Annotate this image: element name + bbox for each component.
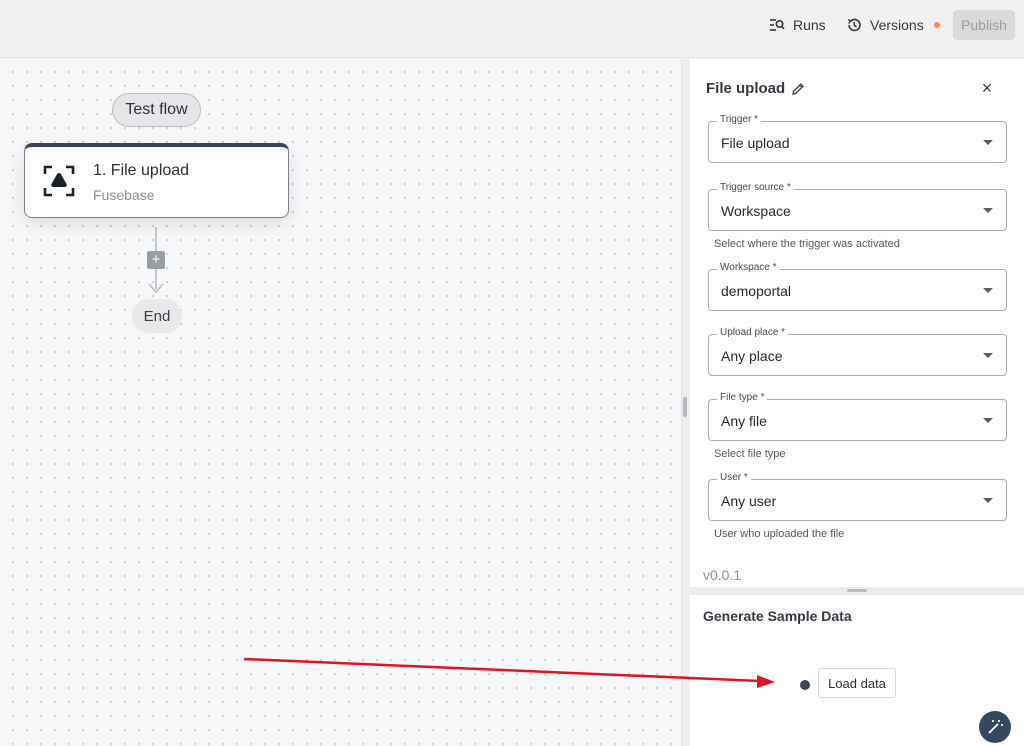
user-select[interactable]: User * Any user bbox=[708, 472, 1007, 521]
end-node: End bbox=[132, 299, 182, 333]
user-value: Any user bbox=[721, 493, 777, 509]
file-type-label: File type * bbox=[717, 392, 768, 403]
user-helper: User who uploaded the file bbox=[714, 528, 845, 540]
panel-title: File upload bbox=[706, 80, 805, 97]
caret-down-icon bbox=[983, 498, 993, 503]
trigger-source-select[interactable]: Trigger source * Workspace bbox=[708, 182, 1007, 231]
test-flow-button[interactable]: Test flow bbox=[112, 93, 201, 127]
add-step-button[interactable]: + bbox=[147, 251, 165, 269]
version-label: v0.0.1 bbox=[703, 567, 742, 583]
versions-button[interactable]: Versions bbox=[846, 14, 940, 36]
runs-label: Runs bbox=[793, 17, 826, 33]
flow-canvas[interactable]: Test flow 1. File upload Fusebase + End bbox=[0, 59, 681, 746]
magic-wand-button[interactable] bbox=[979, 711, 1011, 743]
user-label: User * bbox=[717, 472, 751, 483]
status-dot bbox=[800, 680, 810, 690]
step-settings-panel: File upload × Trigger * File upload Trig… bbox=[690, 59, 1024, 587]
close-icon[interactable]: × bbox=[979, 79, 995, 97]
trigger-source-label: Trigger source * bbox=[717, 182, 794, 193]
step-subtitle: Fusebase bbox=[93, 187, 155, 203]
top-bar: Runs Versions Publish bbox=[0, 0, 1024, 58]
sample-data-panel: Generate Sample Data Load data bbox=[690, 595, 1024, 746]
pencil-icon[interactable] bbox=[791, 82, 805, 96]
file-type-helper: Select file type bbox=[714, 448, 786, 460]
caret-down-icon bbox=[983, 353, 993, 358]
load-data-button[interactable]: Load data bbox=[818, 668, 896, 698]
versions-label: Versions bbox=[870, 17, 924, 33]
upload-place-value: Any place bbox=[721, 348, 783, 364]
search-list-icon bbox=[770, 19, 785, 31]
magic-wand-icon bbox=[988, 720, 1003, 734]
connector-arrow-icon bbox=[148, 283, 164, 293]
step-title: 1. File upload bbox=[93, 162, 190, 179]
file-type-select[interactable]: File type * Any file bbox=[708, 392, 1007, 441]
caret-down-icon bbox=[983, 288, 993, 293]
resize-handle[interactable] bbox=[847, 589, 867, 592]
versions-indicator-dot bbox=[933, 22, 940, 28]
fusebase-logo-icon bbox=[43, 165, 75, 197]
caret-down-icon bbox=[983, 208, 993, 213]
trigger-label: Trigger * bbox=[717, 114, 761, 125]
trigger-source-value: Workspace bbox=[721, 203, 791, 219]
workspace-label: Workspace * bbox=[717, 262, 780, 273]
trigger-value: File upload bbox=[721, 135, 790, 151]
divider-handle[interactable] bbox=[683, 397, 687, 417]
trigger-source-helper: Select where the trigger was activated bbox=[714, 238, 900, 250]
workspace-select[interactable]: Workspace * demoportal bbox=[708, 262, 1007, 311]
caret-down-icon bbox=[983, 140, 993, 145]
step-card-file-upload[interactable]: 1. File upload Fusebase bbox=[24, 143, 289, 218]
publish-button[interactable]: Publish bbox=[953, 10, 1015, 40]
file-type-value: Any file bbox=[721, 413, 767, 429]
panel-title-text: File upload bbox=[706, 80, 786, 97]
upload-place-label: Upload place * bbox=[717, 327, 789, 338]
upload-place-select[interactable]: Upload place * Any place bbox=[708, 327, 1007, 376]
workspace-value: demoportal bbox=[721, 283, 792, 299]
history-icon bbox=[847, 18, 861, 32]
sample-data-title: Generate Sample Data bbox=[703, 608, 852, 624]
trigger-select[interactable]: Trigger * File upload bbox=[708, 114, 1007, 163]
caret-down-icon bbox=[983, 418, 993, 423]
runs-button[interactable]: Runs bbox=[769, 14, 826, 36]
